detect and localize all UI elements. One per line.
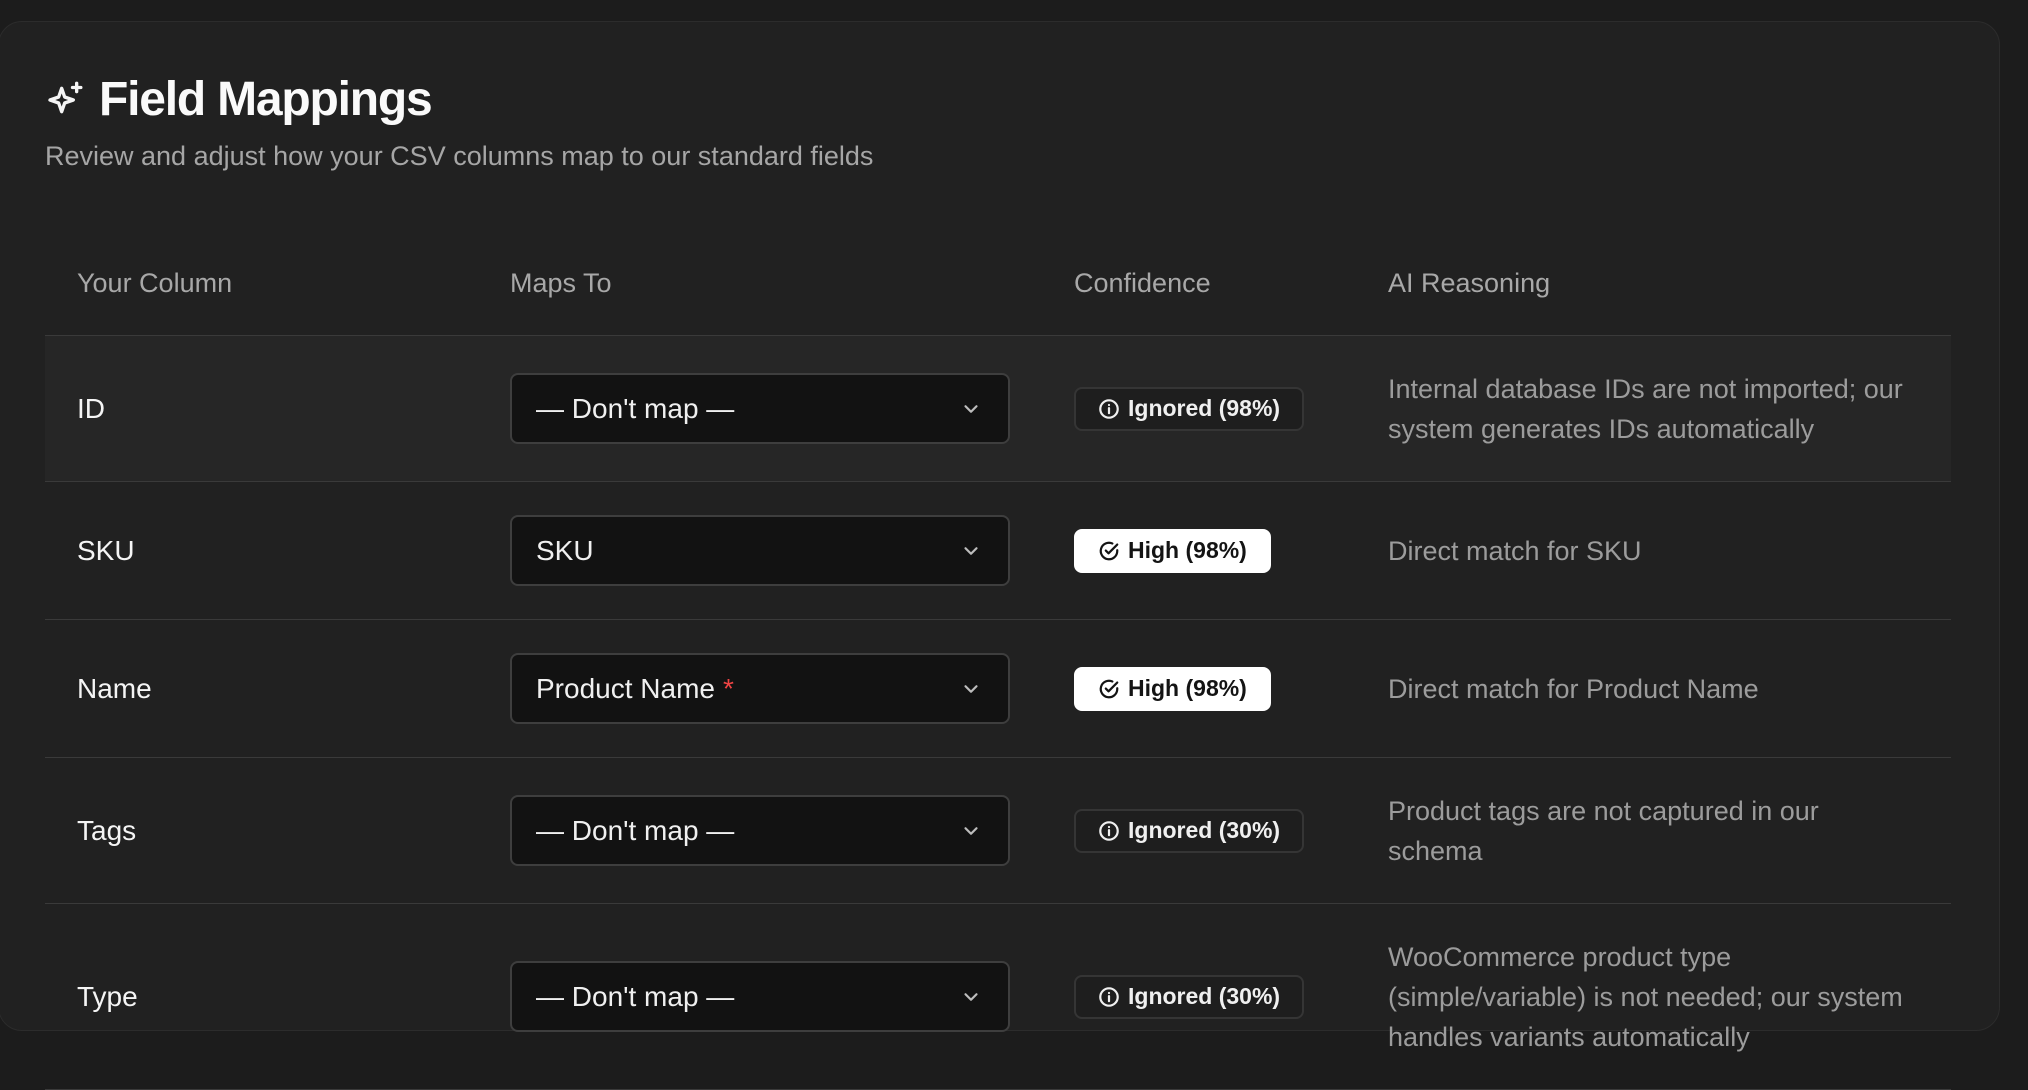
chevron-down-icon bbox=[964, 992, 978, 1001]
maps-to-select[interactable]: SKU bbox=[510, 515, 1010, 586]
confidence-text: Ignored (30%) bbox=[1128, 983, 1281, 1009]
select-value: SKU bbox=[536, 535, 602, 567]
select-value: Product Name * bbox=[536, 673, 734, 705]
confidence-text: Ignored (30%) bbox=[1128, 817, 1281, 843]
source-column-name: Name bbox=[77, 620, 152, 757]
confidence-text: High (98%) bbox=[1128, 675, 1247, 701]
ai-reasoning: Product tags are not captured in our sch… bbox=[1388, 758, 1908, 903]
maps-to-text: — Don't map — bbox=[536, 392, 735, 424]
reasoning-text: Internal database IDs are not imported; … bbox=[1388, 373, 1903, 444]
confidence-cell: Ignored (98%) bbox=[1074, 336, 1305, 481]
reasoning-text: Direct match for Product Name bbox=[1388, 673, 1759, 704]
table-row: ID — Don't map — Ignored (98%) Internal … bbox=[45, 336, 1951, 482]
ai-reasoning: Direct match for Product Name bbox=[1388, 620, 1908, 757]
table-body: ID — Don't map — Ignored (98%) Internal … bbox=[45, 336, 1951, 1090]
column-text: Tags bbox=[77, 814, 137, 846]
check-circle-icon bbox=[1099, 679, 1119, 698]
confidence-badge: High (98%) bbox=[1074, 528, 1271, 573]
table-row: Tags — Don't map — Ignored (30%) Product… bbox=[45, 758, 1951, 904]
sparkle-icon bbox=[48, 81, 83, 113]
ai-reasoning: WooCommerce product type (simple/variabl… bbox=[1388, 904, 1908, 1089]
column-text: Name bbox=[77, 672, 152, 704]
info-icon bbox=[1099, 398, 1119, 419]
column-text: SKU bbox=[77, 534, 135, 566]
select-value: — Don't map — bbox=[536, 981, 742, 1013]
required-asterisk: * bbox=[722, 672, 734, 704]
reasoning-text: WooCommerce product type (simple/variabl… bbox=[1388, 941, 1903, 1052]
confidence-badge: High (98%) bbox=[1074, 666, 1271, 711]
confidence-text: Ignored (98%) bbox=[1128, 395, 1281, 421]
ai-reasoning: Direct match for SKU bbox=[1388, 482, 1908, 619]
maps-to-select[interactable]: — Don't map — bbox=[510, 795, 1010, 866]
maps-to-select[interactable]: — Don't map — bbox=[510, 373, 1010, 444]
maps-to-text: SKU bbox=[536, 534, 594, 566]
source-column-name: ID bbox=[77, 336, 105, 481]
confidence-badge: Ignored (30%) bbox=[1074, 974, 1305, 1019]
chevron-down-icon bbox=[964, 546, 978, 555]
reasoning-text: Direct match for SKU bbox=[1388, 535, 1642, 566]
header-ai-reasoning: AI Reasoning bbox=[1388, 267, 1551, 298]
table-row: Type — Don't map — Ignored (30%) WooComm… bbox=[45, 904, 1951, 1090]
header-confidence: Confidence bbox=[1074, 267, 1211, 298]
reasoning-text: Product tags are not captured in our sch… bbox=[1388, 795, 1819, 866]
maps-to-cell: — Don't map — bbox=[510, 336, 1010, 481]
maps-to-cell: — Don't map — bbox=[510, 758, 1010, 903]
info-icon bbox=[1099, 820, 1119, 841]
source-column-name: Tags bbox=[77, 758, 136, 903]
maps-to-text: Product Name bbox=[536, 672, 715, 704]
maps-to-text: — Don't map — bbox=[536, 814, 735, 846]
chevron-down-icon bbox=[964, 404, 978, 413]
select-value: — Don't map — bbox=[536, 393, 742, 425]
confidence-cell: High (98%) bbox=[1074, 620, 1271, 757]
confidence-badge: Ignored (30%) bbox=[1074, 808, 1305, 853]
info-icon bbox=[1099, 986, 1119, 1007]
confidence-badge: Ignored (98%) bbox=[1074, 386, 1305, 431]
source-column-name: Type bbox=[77, 904, 138, 1089]
card-header: Field Mappings Review and adjust how you… bbox=[45, 72, 873, 172]
column-text: Type bbox=[77, 980, 138, 1012]
chevron-down-icon bbox=[964, 684, 978, 693]
maps-to-select[interactable]: Product Name * bbox=[510, 653, 1010, 724]
column-text: ID bbox=[77, 392, 105, 424]
field-mappings-card: Field Mappings Review and adjust how you… bbox=[0, 21, 2000, 1090]
header-maps-to: Maps To bbox=[510, 267, 612, 298]
page-title: Field Mappings bbox=[99, 73, 433, 126]
header-your-column: Your Column bbox=[77, 267, 233, 298]
confidence-cell: Ignored (30%) bbox=[1074, 758, 1305, 903]
source-column-name: SKU bbox=[77, 482, 135, 619]
select-value: — Don't map — bbox=[536, 815, 742, 847]
table-header: Your Column Maps To Confidence AI Reason… bbox=[45, 230, 1951, 336]
table-row: Name Product Name * High (98%) Direct mat… bbox=[45, 620, 1951, 758]
maps-to-cell: — Don't map — bbox=[510, 904, 1010, 1089]
maps-to-cell: SKU bbox=[510, 482, 1010, 619]
page-subtitle: Review and adjust how your CSV columns m… bbox=[45, 141, 874, 171]
chevron-down-icon bbox=[964, 826, 978, 835]
confidence-cell: Ignored (30%) bbox=[1074, 904, 1305, 1089]
ai-reasoning: Internal database IDs are not imported; … bbox=[1388, 336, 1908, 481]
maps-to-select[interactable]: — Don't map — bbox=[510, 961, 1010, 1032]
maps-to-cell: Product Name * bbox=[510, 620, 1010, 757]
mappings-table: Your Column Maps To Confidence AI Reason… bbox=[45, 230, 1951, 1090]
maps-to-text: — Don't map — bbox=[536, 980, 735, 1012]
confidence-text: High (98%) bbox=[1128, 537, 1247, 563]
table-row: SKU SKU High (98%) Direct match for SKU bbox=[45, 482, 1951, 620]
confidence-cell: High (98%) bbox=[1074, 482, 1271, 619]
check-circle-icon bbox=[1099, 541, 1119, 560]
title-row: Field Mappings bbox=[45, 72, 873, 127]
